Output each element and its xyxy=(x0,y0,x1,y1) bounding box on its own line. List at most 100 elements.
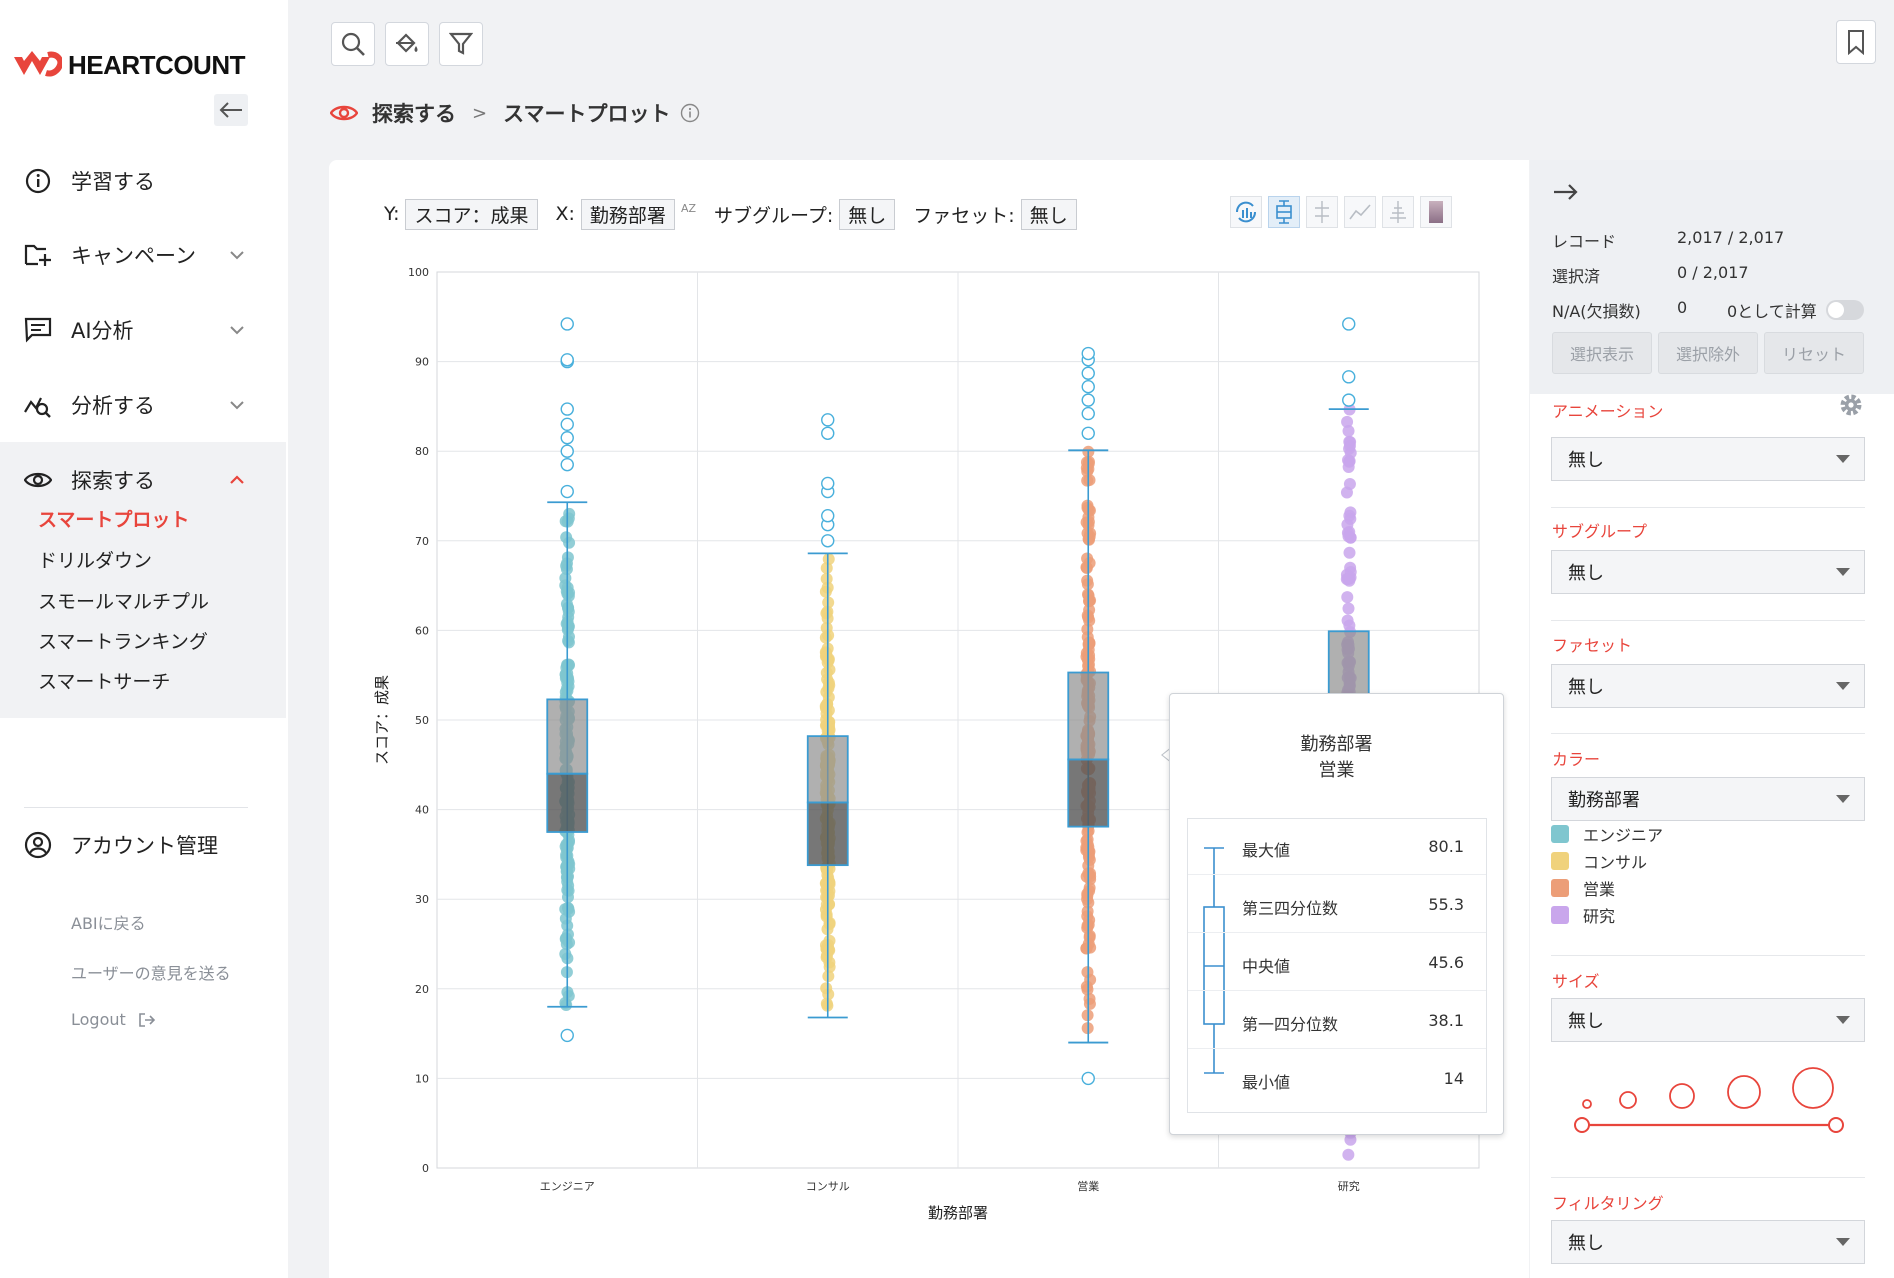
x-axis-label: X: xyxy=(555,203,575,225)
logout-link[interactable]: Logout xyxy=(71,1010,156,1029)
sidebar-subitem-drilldown[interactable]: ドリルダウン xyxy=(38,546,152,573)
data-point xyxy=(1080,561,1093,574)
distribution-view-button[interactable] xyxy=(1382,196,1414,228)
zero-calc-toggle[interactable] xyxy=(1826,300,1864,320)
size-sample-5 xyxy=(1792,1067,1834,1109)
exclude-selected-button[interactable]: 選択除外 xyxy=(1658,332,1758,374)
tooltip-subtitle: 営業 xyxy=(1318,760,1355,781)
sidebar-item-label: 探索する xyxy=(71,469,155,493)
back-to-abi-link[interactable]: ABIに戻る xyxy=(71,910,146,934)
color-select[interactable]: 勤務部署 xyxy=(1551,777,1865,821)
data-point xyxy=(559,572,572,585)
search-button[interactable] xyxy=(331,22,375,66)
facet-select[interactable]: 無し xyxy=(1020,198,1077,230)
filtering-select[interactable]: 無し xyxy=(1551,1220,1865,1264)
data-point xyxy=(820,666,833,679)
arrow-right-icon xyxy=(1554,184,1578,200)
size-slider-min-handle[interactable] xyxy=(1574,1117,1590,1133)
tooltip-value: 80.1 xyxy=(1428,837,1464,856)
sidebar-item-explore[interactable]: 探索する xyxy=(0,452,288,508)
tooltip-value: 55.3 xyxy=(1428,895,1464,914)
box-upper xyxy=(1327,630,1370,703)
legend-item-research[interactable]: 研究 xyxy=(1551,903,1615,927)
outlier-point xyxy=(1342,393,1356,407)
data-point xyxy=(563,905,576,918)
animation-select[interactable]: 無し xyxy=(1551,437,1865,481)
outlier-point xyxy=(560,317,574,331)
filtering-label: フィルタリング xyxy=(1552,1194,1664,1213)
sidebar-item-account[interactable]: アカウント管理 xyxy=(0,817,288,873)
y-tick-label: 60 xyxy=(415,624,429,637)
y-tick-label: 10 xyxy=(415,1072,429,1085)
y-tick-label: 80 xyxy=(415,445,429,458)
collapse-panel-button[interactable] xyxy=(1552,180,1580,208)
panel-divider xyxy=(1551,955,1865,956)
chevron-down-icon xyxy=(228,321,246,339)
sidebar-subitem-smart-search[interactable]: スマートサーチ xyxy=(38,667,170,694)
facet-panel-select[interactable]: 無し xyxy=(1551,664,1865,708)
x-axis-select[interactable]: 勤務部署 xyxy=(580,198,675,230)
record-summary: レコード 2,017 / 2,017 選択済 0 / 2,017 N/A(欠損数… xyxy=(1530,160,1894,394)
sidebar-item-ai-analysis[interactable]: AI分析 xyxy=(0,302,288,358)
gradient-view-button[interactable] xyxy=(1420,196,1452,228)
caret-down-icon xyxy=(1836,1016,1850,1024)
size-range-slider[interactable] xyxy=(1570,1062,1860,1134)
outlier-point xyxy=(1342,370,1356,384)
sidebar-subitem-small-multiple[interactable]: スモールマルチプル xyxy=(38,587,209,614)
send-feedback-link[interactable]: ユーザーの意見を送る xyxy=(71,960,231,984)
legend-item-sales[interactable]: 営業 xyxy=(1551,876,1615,900)
gear-icon[interactable] xyxy=(1838,392,1864,418)
panel-divider xyxy=(1551,1177,1865,1178)
tooltip-key: 最大値 xyxy=(1242,841,1291,860)
na-value: 0 xyxy=(1677,298,1688,317)
animation-label: アニメーション xyxy=(1552,402,1664,421)
size-select[interactable]: 無し xyxy=(1551,998,1865,1042)
size-label: サイズ xyxy=(1552,972,1600,991)
filtering-value: 無し xyxy=(1568,1233,1604,1254)
sort-az-icon[interactable]: AZ xyxy=(681,202,696,215)
caret-down-icon xyxy=(1836,568,1850,576)
caret-down-icon xyxy=(1836,795,1850,803)
sidebar-subitem-smart-plot[interactable]: スマートプロット xyxy=(38,505,189,532)
paint-bucket-icon xyxy=(396,33,418,53)
data-point xyxy=(820,707,833,720)
breadcrumb-root[interactable]: 探索する xyxy=(372,98,456,128)
refresh-chart-button[interactable] xyxy=(1230,196,1262,228)
tooltip-value: 14 xyxy=(1443,1069,1464,1088)
subgroup-panel-select[interactable]: 無し xyxy=(1551,550,1865,594)
selected-label: 選択済 xyxy=(1552,267,1601,286)
records-label: レコード xyxy=(1552,232,1617,251)
heartcount-logo[interactable]: HEARTCOUNT xyxy=(12,50,246,80)
boxplot-tooltip: 勤務部署 営業 最大値 80.1 第三四分位数 55.3 中央値 45.6 第一四分位… xyxy=(1169,693,1504,1135)
filter-button[interactable] xyxy=(439,22,483,66)
info-icon[interactable] xyxy=(680,103,700,123)
bookmark-button[interactable] xyxy=(1836,20,1876,64)
outlier-point xyxy=(1081,406,1095,421)
paint-button[interactable] xyxy=(385,22,429,66)
data-point xyxy=(819,585,832,598)
eye-icon xyxy=(24,466,52,494)
panel-divider xyxy=(1551,507,1865,508)
sidebar-item-analyze[interactable]: 分析する xyxy=(0,377,288,433)
sidebar-item-campaign[interactable]: キャンペーン xyxy=(0,227,288,283)
records-value: 2,017 / 2,017 xyxy=(1677,228,1785,247)
reset-button[interactable]: リセット xyxy=(1764,332,1864,374)
sidebar-subitem-smart-ranking[interactable]: スマートランキング xyxy=(38,627,208,654)
legend-item-engineer[interactable]: エンジニア xyxy=(1551,822,1663,846)
sidebar-item-learn[interactable]: 学習する xyxy=(0,153,288,209)
tooltip-value: 38.1 xyxy=(1428,1011,1464,1030)
strip-view-button[interactable] xyxy=(1306,196,1338,228)
legend-item-consul[interactable]: コンサル xyxy=(1551,849,1647,873)
collapse-sidebar-button[interactable] xyxy=(214,94,248,126)
data-point xyxy=(1342,1148,1355,1161)
subgroup-select[interactable]: 無し xyxy=(839,198,896,230)
y-axis-select[interactable]: スコア：成果 xyxy=(405,198,538,230)
caret-down-icon xyxy=(1836,1238,1850,1246)
tooltip-key: 第一四分位数 xyxy=(1242,1015,1339,1034)
breadcrumb: 探索する > スマートプロット xyxy=(330,98,700,128)
outlier-point xyxy=(821,426,835,440)
line-view-button[interactable] xyxy=(1344,196,1376,228)
show-selected-button[interactable]: 選択表示 xyxy=(1552,332,1652,374)
boxplot-view-button[interactable] xyxy=(1268,196,1300,228)
size-slider-max-handle[interactable] xyxy=(1828,1117,1844,1133)
